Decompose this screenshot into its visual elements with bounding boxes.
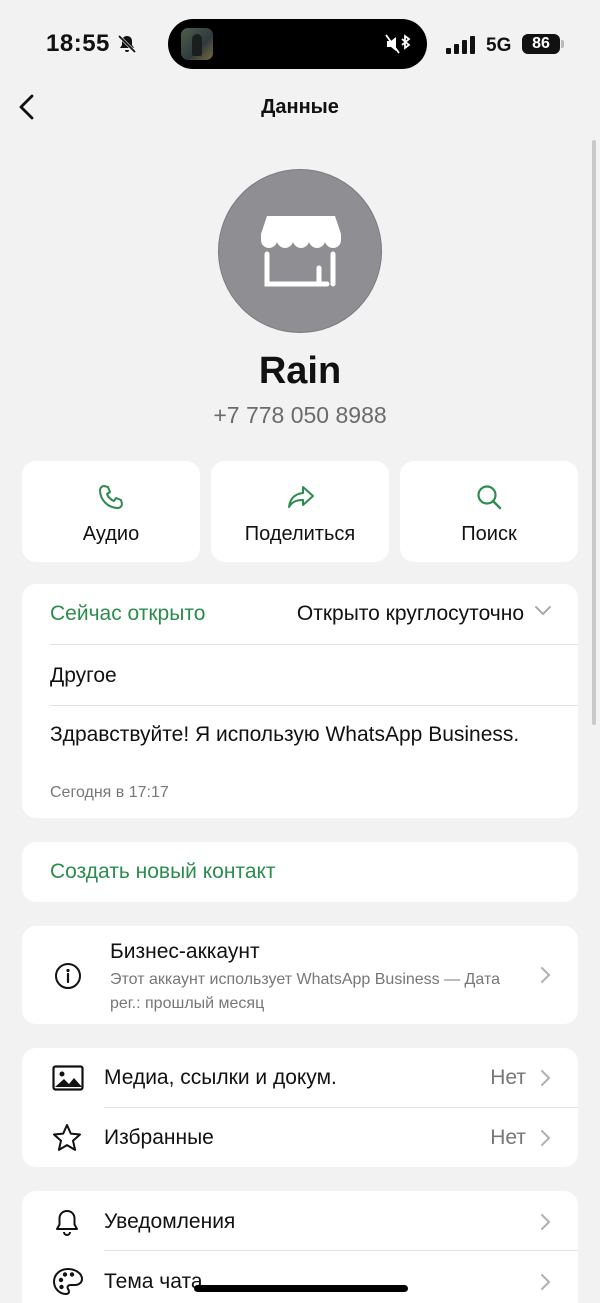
notifications-label: Уведомления [104, 1210, 236, 1233]
media-count-value: Нет [490, 1066, 526, 1089]
info-icon [55, 963, 81, 989]
contact-phone[interactable]: +7 778 050 8988 [0, 402, 600, 429]
status-bar: 18:55 5G 86 [0, 0, 600, 90]
chevron-right-icon [541, 1070, 551, 1086]
chevron-right-icon [541, 1130, 551, 1146]
network-type: 5G [486, 35, 512, 56]
chevron-right-icon [541, 967, 551, 983]
divider [50, 705, 578, 706]
chevron-right-icon [541, 1214, 551, 1230]
contact-name: Rain [258, 350, 342, 392]
muted-bell-icon [117, 34, 137, 54]
search-icon [477, 485, 502, 510]
avatar[interactable] [218, 169, 382, 333]
home-indicator[interactable] [194, 1285, 408, 1292]
hours-value: Открыто круглосуточно [296, 602, 524, 625]
palette-icon [53, 1268, 83, 1295]
signal-icon [446, 36, 475, 54]
business-account-subtitle: Этот аккаунт использует WhatsApp Busines… [110, 971, 500, 1012]
share-label: Поделиться [244, 523, 356, 545]
divider [104, 1250, 578, 1251]
starred-count-value: Нет [490, 1126, 526, 1149]
chevron-right-icon [541, 1274, 551, 1290]
scrollbar[interactable] [592, 140, 596, 725]
search-button[interactable]: Поиск [400, 461, 578, 562]
business-account-card[interactable]: Бизнес-аккаунт Этот аккаунт использует W… [22, 926, 578, 1024]
create-contact-button[interactable]: Создать новый контакт [50, 860, 276, 884]
battery-indicator: 86 [522, 34, 564, 54]
chevron-down-icon [535, 606, 551, 616]
share-arrow-icon [288, 486, 314, 508]
image-icon [52, 1065, 84, 1091]
business-category: Другое [50, 664, 117, 687]
bell-icon [56, 1210, 78, 1236]
media-links-docs-label: Медиа, ссылки и докум. [104, 1066, 337, 1089]
chat-theme-label: Тема чата [104, 1270, 203, 1293]
phone-icon [99, 485, 123, 509]
share-button[interactable]: Поделиться [211, 461, 389, 562]
dynamic-island[interactable] [168, 19, 427, 69]
open-status: Сейчас открыто [50, 602, 206, 625]
audio-call-label: Аудио [82, 523, 140, 545]
mute-bluetooth-icon [385, 34, 411, 54]
about-text: Здравствуйте! Я использую WhatsApp Busin… [50, 723, 520, 746]
now-playing-thumbnail [181, 28, 213, 60]
create-contact-card[interactable]: Создать новый контакт [22, 842, 578, 902]
star-icon [53, 1124, 81, 1151]
search-label: Поиск [461, 523, 517, 545]
action-buttons: Аудио Поделиться Поиск [22, 461, 578, 562]
business-account-title: Бизнес-аккаунт [110, 940, 260, 963]
page-title: Данные [261, 96, 339, 118]
business-info-card: Сейчас открыто Открыто круглосуточно Дру… [22, 584, 578, 818]
divider [104, 1107, 578, 1108]
about-date: Сегодня в 17:17 [50, 784, 169, 801]
audio-call-button[interactable]: Аудио [22, 461, 200, 562]
media-section: Медиа, ссылки и докум. Нет Избранные Нет [22, 1048, 578, 1167]
divider [50, 644, 578, 645]
status-time: 18:55 [46, 30, 110, 57]
starred-label: Избранные [104, 1126, 214, 1149]
storefront-icon [261, 216, 341, 287]
